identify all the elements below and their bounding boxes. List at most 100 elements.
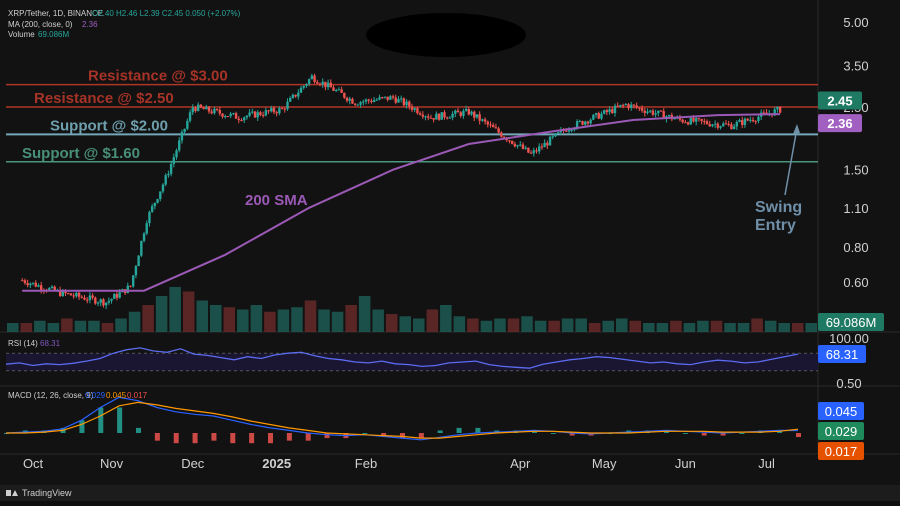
volume-bar <box>196 301 208 333</box>
footer-brand: TradingView <box>22 488 72 498</box>
candle-body <box>67 293 69 294</box>
volume-bar <box>102 323 114 332</box>
candle-body <box>202 108 204 110</box>
candle-body <box>673 119 675 120</box>
date-label-oct: Oct <box>23 456 44 471</box>
candle-body <box>595 113 597 115</box>
price-badge-text-0: 2.45 <box>827 93 852 108</box>
candle-body <box>303 86 305 88</box>
candle-body <box>216 109 218 110</box>
candle-body <box>205 107 207 110</box>
candle-body <box>541 147 543 148</box>
trading-chart[interactable]: 5.003.502.501.501.100.800.600.45Resistan… <box>0 0 900 501</box>
candle-body <box>681 120 683 123</box>
chart-root: 5.003.502.501.501.100.800.600.45Resistan… <box>0 0 900 501</box>
candle-body <box>127 286 129 293</box>
candle-body <box>154 203 156 206</box>
volume-bar <box>738 323 750 332</box>
candle-body <box>72 295 74 296</box>
macd-histogram-bar <box>136 428 141 433</box>
candle-body <box>700 119 702 121</box>
candle-body <box>478 114 480 120</box>
candle-body <box>229 114 231 116</box>
volume-bar <box>711 321 723 332</box>
candle-body <box>192 107 194 112</box>
volume-bar <box>169 287 181 332</box>
candle-body <box>587 122 589 124</box>
volume-bar <box>684 323 696 332</box>
candle-body <box>719 126 721 128</box>
candle-body <box>457 111 459 113</box>
volume-bar <box>440 305 452 332</box>
volume-bar <box>48 323 60 332</box>
macd-histogram-bar <box>702 433 707 436</box>
candle-body <box>717 124 719 128</box>
candle-body <box>83 298 85 300</box>
volume-bar <box>251 305 263 332</box>
candle-body <box>265 110 267 115</box>
candle-body <box>159 191 161 199</box>
volume-bar <box>372 310 384 333</box>
candle-body <box>460 112 462 116</box>
candle-body <box>327 83 329 87</box>
candle-body <box>487 122 489 125</box>
date-label-nov: Nov <box>100 456 124 471</box>
candle-body <box>273 108 275 112</box>
volume-bar <box>548 321 560 332</box>
candle-body <box>449 118 451 119</box>
date-label-jul: Jul <box>758 456 775 471</box>
candle-body <box>646 111 648 113</box>
candle-body <box>611 109 613 113</box>
volume-bar <box>278 310 290 333</box>
volume-bar <box>427 310 439 333</box>
candle-body <box>248 112 250 115</box>
macd-histogram-bar <box>155 433 160 441</box>
candle-body <box>381 97 383 98</box>
candle-body <box>151 206 153 212</box>
candle-body <box>267 110 269 111</box>
header-ma-value: 2.36 <box>82 20 98 29</box>
candle-body <box>711 125 713 127</box>
candle-body <box>21 280 23 281</box>
header-volume-label: Volume <box>8 30 35 39</box>
candle-body <box>511 141 513 144</box>
candle-body <box>579 121 581 122</box>
candle-body <box>598 113 600 119</box>
candle-body <box>91 295 93 297</box>
macd-badge-text-1: 0.029 <box>825 424 858 439</box>
candle-body <box>313 76 315 83</box>
macd-histogram-bar <box>457 428 462 433</box>
candle-body <box>289 98 291 102</box>
rsi-value-header: 68.31 <box>40 339 61 348</box>
candle-body <box>384 97 386 98</box>
candle-body <box>446 117 448 118</box>
candle-body <box>755 121 757 122</box>
volume-bar <box>508 319 520 333</box>
volume-bar <box>521 316 533 332</box>
candle-body <box>654 113 656 114</box>
price-tick-label: 1.50 <box>843 163 868 178</box>
macd-histogram-bar <box>193 433 198 443</box>
redacted-area <box>366 13 526 57</box>
candle-body <box>362 101 364 102</box>
macd-histogram-bar <box>475 428 480 433</box>
candle-body <box>270 108 272 111</box>
volume-badge-text: 69.086M <box>826 315 877 330</box>
rsi-label: RSI (14) <box>8 339 38 348</box>
candle-body <box>259 112 261 115</box>
candle-body <box>26 283 28 285</box>
volume-bar <box>778 323 790 332</box>
macd-histogram-bar <box>739 433 744 434</box>
candle-body <box>527 148 529 153</box>
volume-bar <box>21 323 33 332</box>
date-label-may: May <box>592 456 617 471</box>
candle-body <box>649 111 651 112</box>
volume-bar <box>630 321 642 332</box>
candle-body <box>311 76 313 80</box>
volume-bar <box>88 321 100 332</box>
candle-body <box>211 111 213 113</box>
candle-body <box>118 292 120 298</box>
candle-body <box>630 105 632 108</box>
candle-body <box>373 100 375 102</box>
macd-histogram-bar <box>325 433 330 438</box>
